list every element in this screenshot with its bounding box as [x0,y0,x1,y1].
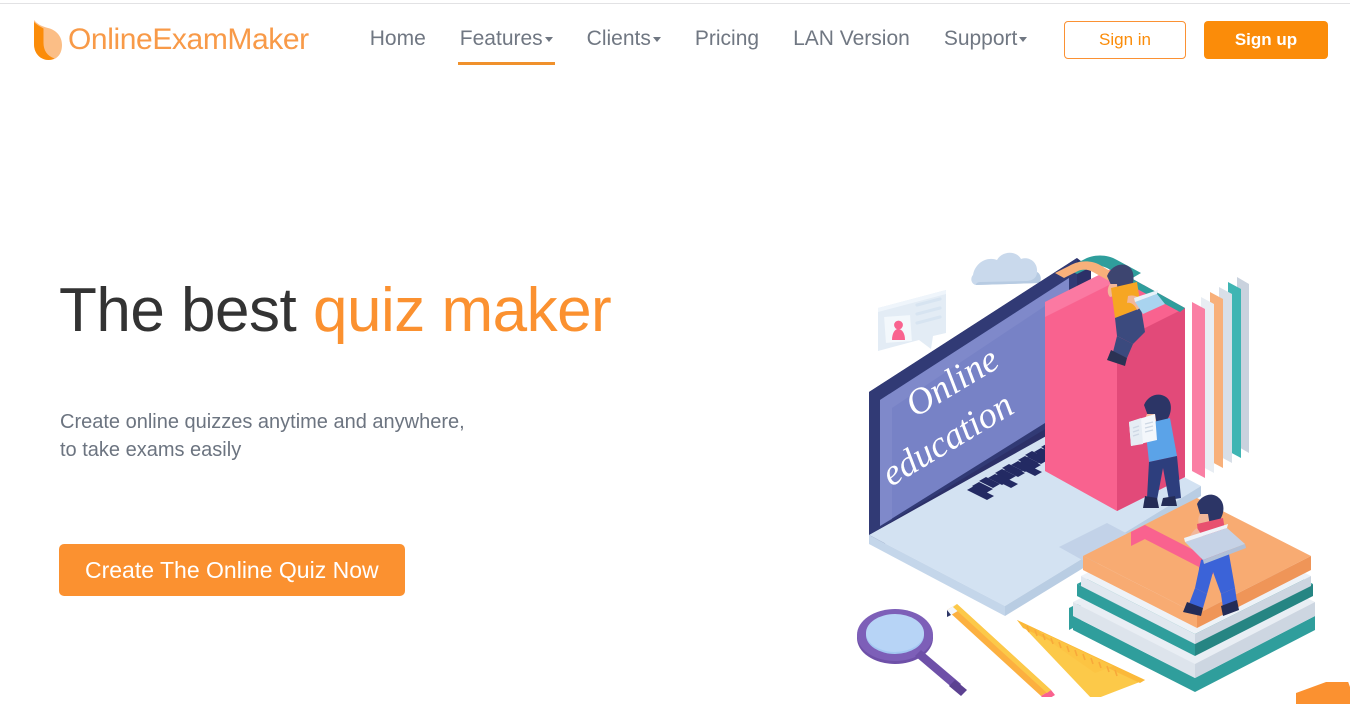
landing-page: OnlineExamMaker Home Features Clients Pr… [0,0,1350,704]
leaf-droplet-logo-icon [34,20,62,60]
magnifier-icon [857,609,967,696]
nav-item-clients[interactable]: Clients [570,19,678,61]
hero-title-lead: The best [59,276,313,345]
sign-up-button[interactable]: Sign up [1204,21,1328,59]
chevron-down-icon [1019,37,1028,42]
nav-item-support[interactable]: Support [927,19,1045,61]
nav-item-features[interactable]: Features [443,19,570,65]
create-online-quiz-button[interactable]: Create The Online Quiz Now [59,544,405,596]
nav-item-label: Pricing [694,27,760,50]
nav-item-home[interactable]: Home [353,19,443,61]
main-navigation: Home Features Clients Pricing LAN Versio… [353,19,1045,65]
support-widget-shape [1296,682,1350,704]
hero-subtitle: Create online quizzes anytime and anywhe… [60,411,465,461]
chat-bubble-with-avatar-icon [878,290,946,351]
pencil-icon [947,604,1055,697]
brand-name: OnlineExamMaker [68,23,309,56]
site-header: OnlineExamMaker Home Features Clients Pr… [0,4,1350,76]
hero-title-accent: quiz maker [312,276,612,345]
sign-in-button[interactable]: Sign in [1064,21,1186,59]
nav-item-label: Home [369,27,426,50]
nav-item-pricing[interactable]: Pricing [678,19,776,61]
header-actions: Sign in Sign up [1064,21,1328,59]
nav-item-label: Features [459,27,543,50]
chevron-down-icon [544,37,553,42]
support-widget-corner[interactable] [1296,682,1350,704]
hero-illustration: Online education [845,232,1345,697]
nav-item-lan-version[interactable]: LAN Version [776,19,927,61]
brand-logo[interactable]: OnlineExamMaker [30,18,309,62]
nav-item-label: LAN Version [793,27,910,50]
chevron-down-icon [652,37,661,42]
nav-item-label: Support [943,27,1018,50]
nav-item-label: Clients [586,27,651,50]
cloud-icon [971,252,1041,285]
page-title: The best quiz maker [59,280,699,342]
hero-section: The best quiz maker Create online quizze… [59,280,699,596]
